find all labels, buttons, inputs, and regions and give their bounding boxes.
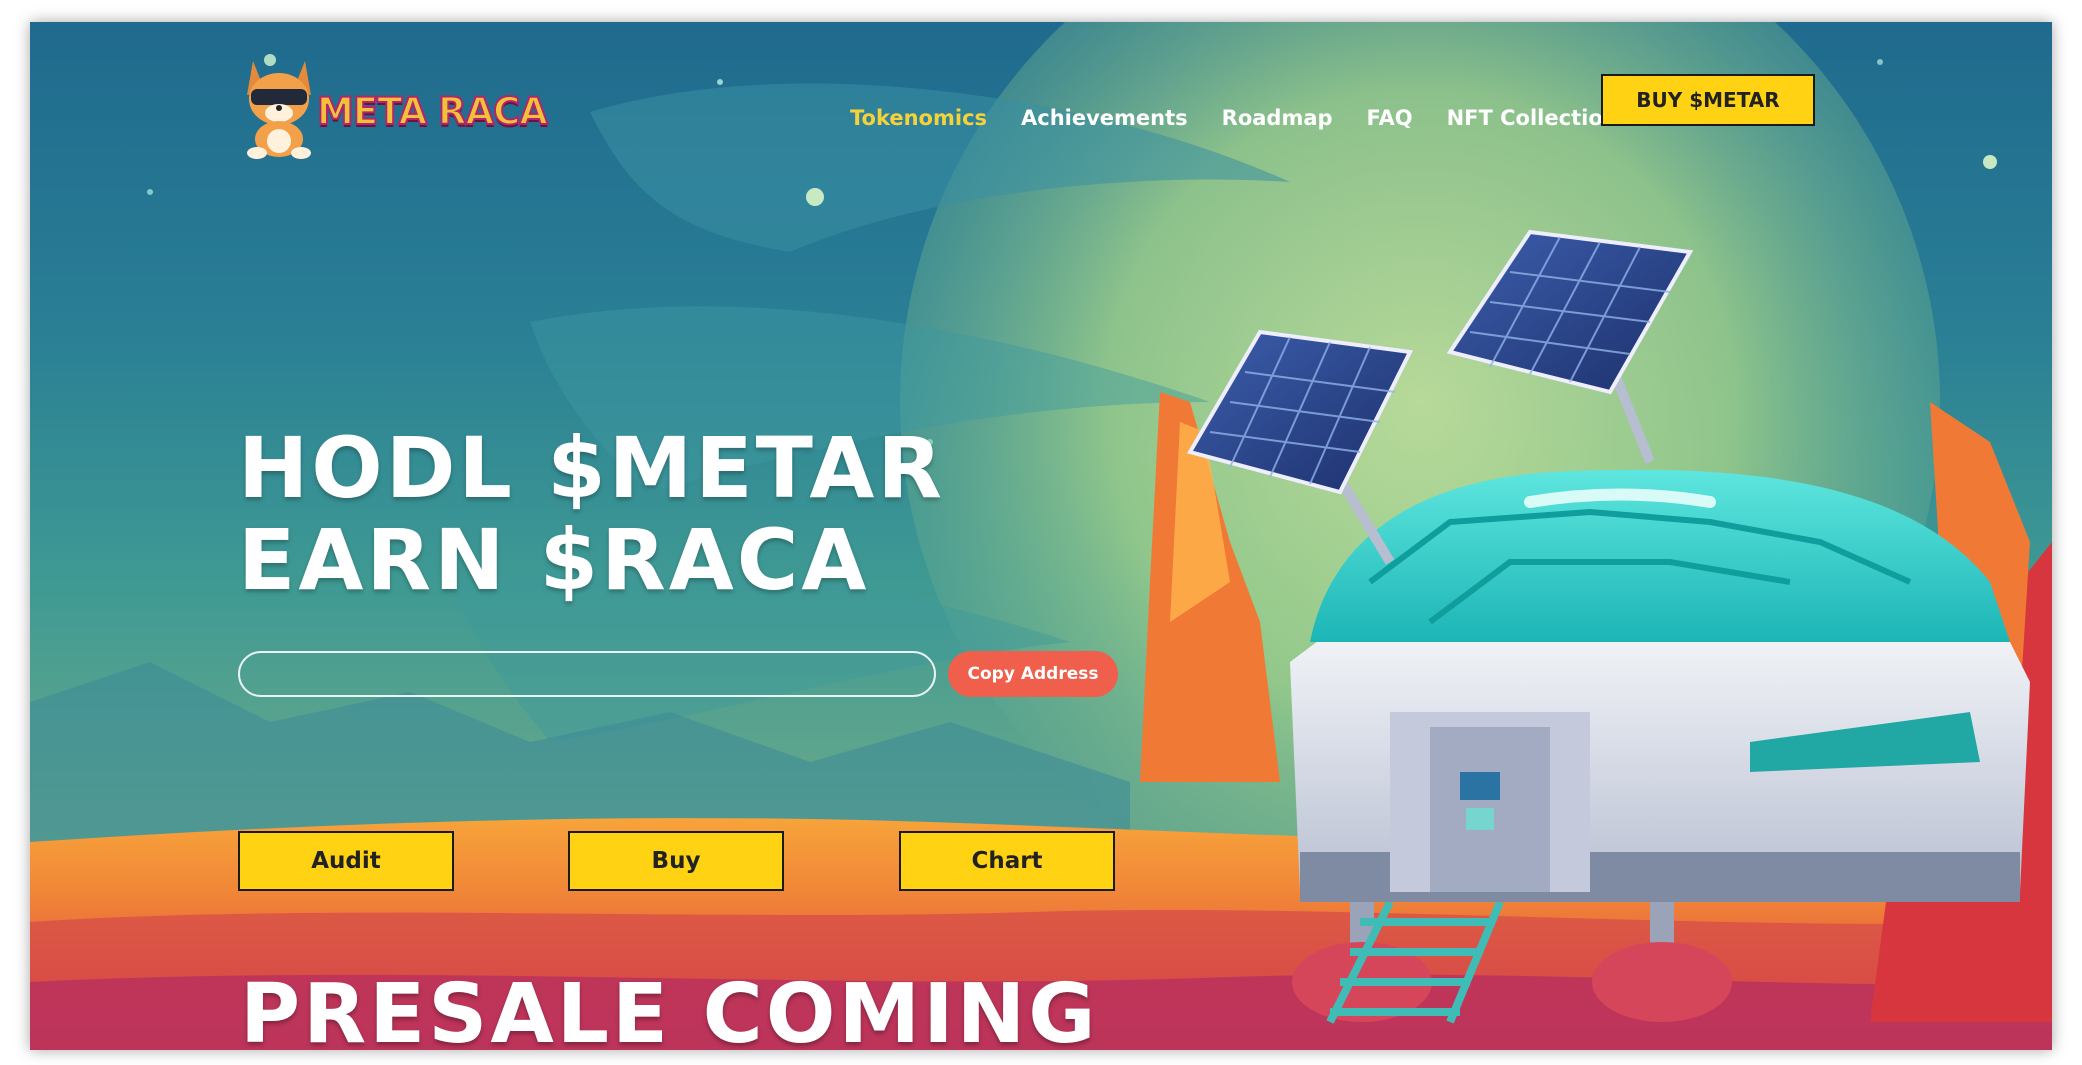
copy-address-button[interactable]: Copy Address bbox=[948, 651, 1118, 697]
contract-address-field[interactable] bbox=[238, 651, 936, 697]
logo-text: META RACA bbox=[316, 89, 549, 134]
shiba-astronaut-logo bbox=[247, 61, 311, 159]
hero-title-line2: EARN $RACA bbox=[238, 511, 870, 609]
audit-button[interactable]: Audit bbox=[238, 831, 454, 891]
hero-title: HODL $METAR EARN $RACA bbox=[238, 422, 945, 606]
logo[interactable]: META RACA bbox=[235, 46, 575, 166]
hero-title-line1: HODL $METAR bbox=[238, 419, 946, 517]
buy-metar-button[interactable]: BUY $METAR bbox=[1601, 74, 1815, 126]
nav-nft-collection[interactable]: NFT Collection bbox=[1447, 106, 1618, 130]
main-nav: Tokenomics Achievements Roadmap FAQ NFT … bbox=[850, 98, 1618, 138]
nav-tokenomics[interactable]: Tokenomics bbox=[850, 106, 987, 130]
nav-roadmap[interactable]: Roadmap bbox=[1222, 106, 1333, 130]
presale-heading: PRESALE COMING bbox=[240, 967, 1099, 1050]
buy-button[interactable]: Buy bbox=[568, 831, 784, 891]
nav-achievements[interactable]: Achievements bbox=[1021, 106, 1188, 130]
nav-faq[interactable]: FAQ bbox=[1367, 106, 1413, 130]
hero-section: META RACA Tokenomics Achievements Roadma… bbox=[30, 22, 2052, 1050]
chart-button[interactable]: Chart bbox=[899, 831, 1115, 891]
